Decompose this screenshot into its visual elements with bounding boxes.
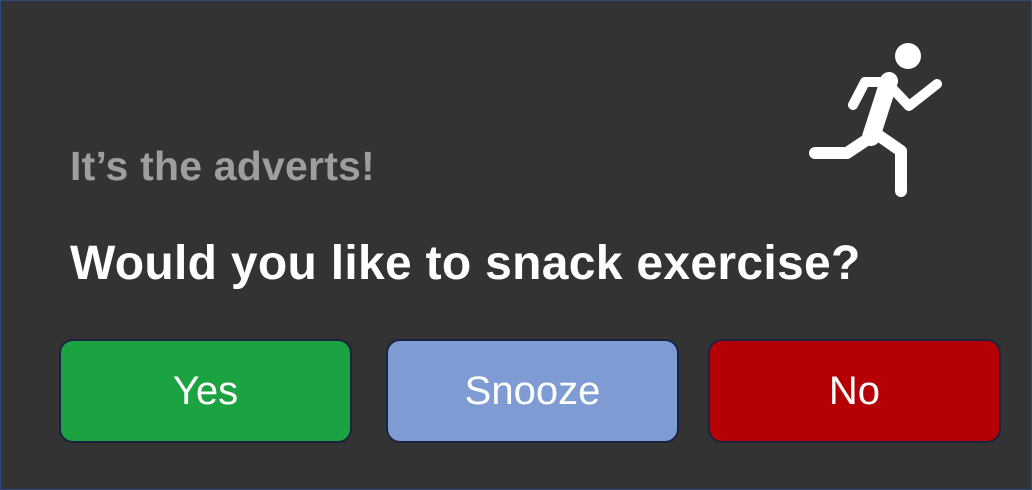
snooze-button[interactable]: Snooze — [386, 339, 679, 443]
yes-button[interactable]: Yes — [59, 339, 352, 443]
dialog-question: Would you like to snack exercise? — [70, 237, 861, 290]
snack-exercise-dialog: It’s the adverts! Would you like to snac… — [0, 0, 1032, 490]
no-button[interactable]: No — [708, 339, 1001, 443]
dialog-subtitle: It’s the adverts! — [70, 143, 375, 189]
running-person-icon — [801, 39, 951, 199]
